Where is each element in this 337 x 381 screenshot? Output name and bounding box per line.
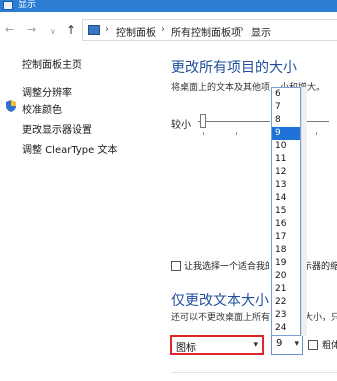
slider-tick <box>203 132 204 135</box>
size-slider-track[interactable] <box>198 121 270 122</box>
font-size-option[interactable]: 13 <box>272 179 300 192</box>
size-slider-track-right[interactable] <box>304 121 329 122</box>
font-size-option[interactable]: 24 <box>272 322 300 335</box>
font-size-option[interactable]: 6 <box>272 88 300 101</box>
font-size-option[interactable]: 23 <box>272 309 300 322</box>
dropdown-scrollbar[interactable] <box>301 87 307 336</box>
chevron-down-icon: ▾ <box>294 339 299 349</box>
font-size-option[interactable]: 14 <box>272 192 300 205</box>
font-size-option[interactable]: 18 <box>272 244 300 257</box>
divider <box>171 372 337 373</box>
navigation-bar: ← → ∨ ↑ › 控制面板 › 所有控制面板项 › 显示 <box>0 12 337 44</box>
recent-locations-chevron-icon[interactable]: ∨ <box>50 26 56 38</box>
bold-label: 粗体 <box>322 341 337 351</box>
font-size-option[interactable]: 10 <box>272 140 300 153</box>
sidebar-item-calibrate-color[interactable]: 校准颜色 <box>22 101 62 116</box>
title-bar: 显示 <box>0 0 337 12</box>
size-slider-thumb[interactable] <box>200 114 206 128</box>
item-type-value: 图标 <box>176 343 196 354</box>
font-size-option[interactable]: 12 <box>272 166 300 179</box>
font-size-option[interactable]: 17 <box>272 231 300 244</box>
custom-scaling-label-right: 示器的缩 <box>303 262 337 272</box>
sidebar-item-cleartype[interactable]: 调整 ClearType 文本 <box>22 141 117 156</box>
section-title-change-all-sizes: 更改所有项目的大小 <box>171 60 297 76</box>
address-bar[interactable]: › 控制面板 › 所有控制面板项 › 显示 <box>82 19 337 41</box>
sidebar-item-control-panel-home[interactable]: 控制面板主页 <box>22 56 82 71</box>
font-size-option[interactable]: 16 <box>272 218 300 231</box>
section-title-text-size-only: 仅更改文本大小 <box>171 293 269 309</box>
breadcrumb-display[interactable]: 显示 <box>251 24 271 39</box>
forward-arrow-icon[interactable]: → <box>27 24 36 36</box>
sidebar-item-adjust-resolution[interactable]: 调整分辨率 <box>22 84 72 99</box>
font-size-option[interactable]: 7 <box>272 101 300 114</box>
custom-scaling-label: 让我选择一个适合我的 <box>184 262 269 272</box>
breadcrumb-separator[interactable]: › <box>105 24 109 35</box>
font-size-option[interactable]: 11 <box>272 153 300 166</box>
font-size-option[interactable]: 8 <box>272 114 300 127</box>
item-type-select[interactable]: 图标 ▾ <box>170 335 264 355</box>
font-size-dropdown-list[interactable]: 6 7 8 9 10 11 12 13 14 15 16 17 18 19 20 21 22 23 24 <box>271 87 301 336</box>
up-arrow-icon[interactable]: ↑ <box>66 24 76 36</box>
back-arrow-icon[interactable]: ← <box>5 24 14 36</box>
control-panel-icon <box>88 25 100 35</box>
slider-min-label: 较小 <box>171 120 191 131</box>
chevron-down-icon: ▾ <box>253 340 258 350</box>
slider-tick <box>236 132 237 135</box>
font-size-option[interactable]: 19 <box>272 257 300 270</box>
font-size-value: 9 <box>276 338 283 349</box>
sidebar-item-display-settings[interactable]: 更改显示器设置 <box>22 121 92 136</box>
display-app-icon <box>3 1 13 10</box>
font-size-option[interactable]: 20 <box>272 270 300 283</box>
breadcrumb-separator[interactable]: › <box>240 24 244 35</box>
text-size-description: 还可以不更改桌面上所有 <box>171 313 271 323</box>
font-size-option[interactable]: 9 <box>272 127 300 140</box>
custom-scaling-checkbox[interactable] <box>171 261 181 271</box>
font-size-option[interactable]: 15 <box>272 205 300 218</box>
text-size-description-right: 大小，只 <box>304 313 337 323</box>
breadcrumb-separator[interactable]: › <box>161 24 165 35</box>
slider-tick <box>316 132 317 135</box>
bold-checkbox[interactable] <box>308 340 318 350</box>
window-title: 显示 <box>18 0 37 10</box>
breadcrumb-control-panel[interactable]: 控制面板 <box>116 24 156 39</box>
breadcrumb-all-items[interactable]: 所有控制面板项 <box>171 24 241 39</box>
font-size-option[interactable]: 22 <box>272 296 300 309</box>
font-size-select[interactable]: 9 ▾ <box>271 335 303 355</box>
font-size-option[interactable]: 21 <box>272 283 300 296</box>
section-description: 将桌面上的文本及其他项 <box>171 83 271 93</box>
shield-icon <box>6 100 16 112</box>
